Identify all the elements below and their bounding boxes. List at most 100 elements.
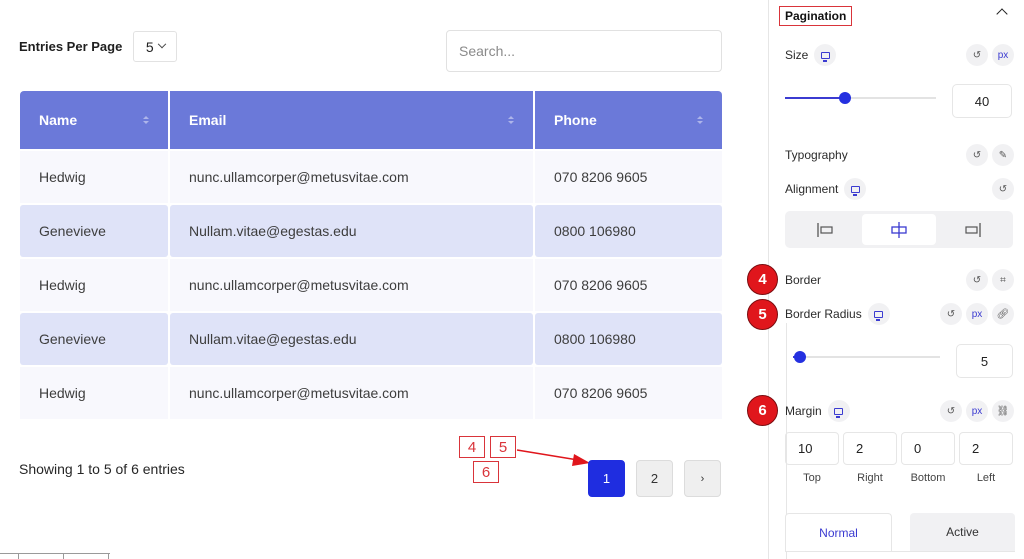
alignment-label: Alignment bbox=[785, 182, 839, 196]
typography-label: Typography bbox=[785, 148, 848, 162]
chevron-down-icon bbox=[157, 39, 166, 48]
align-left-button[interactable] bbox=[788, 214, 862, 245]
table-row: Hedwig nunc.ullamcorper@metusvitae.com 0… bbox=[20, 259, 722, 311]
page-button-1[interactable]: 1 bbox=[588, 460, 625, 497]
next-page-button[interactable]: › bbox=[684, 460, 721, 497]
entries-per-page-value: 5 bbox=[145, 38, 154, 55]
border-control: Border ↺ ⌗ bbox=[785, 269, 1014, 291]
step-badge-6: 6 bbox=[747, 395, 778, 426]
reset-icon[interactable]: ↺ bbox=[966, 269, 988, 291]
margin-top-label: Top bbox=[803, 472, 821, 484]
table-row: Genevieve Nullam.vitae@egestas.edu 0800 … bbox=[20, 313, 722, 365]
border-settings-icon[interactable]: ⌗ bbox=[992, 269, 1014, 291]
tab-active[interactable]: Active bbox=[910, 513, 1015, 551]
state-tabs: Normal Active bbox=[785, 513, 1015, 551]
responsive-desktop-icon[interactable] bbox=[867, 303, 890, 325]
cell-email: Nullam.vitae@egestas.edu bbox=[170, 313, 533, 365]
reset-icon[interactable]: ↺ bbox=[966, 144, 988, 166]
unit-selector[interactable]: px bbox=[966, 400, 988, 422]
align-right-icon bbox=[965, 222, 981, 237]
unlink-icon[interactable]: ⛓︎ bbox=[992, 400, 1014, 422]
alignment-toggle-group bbox=[785, 211, 1013, 248]
cell-phone: 0800 106980 bbox=[535, 313, 722, 365]
size-slider-fill bbox=[785, 97, 846, 99]
border-radius-slider[interactable] bbox=[793, 351, 940, 363]
size-slider[interactable] bbox=[785, 92, 936, 104]
entries-per-page-select[interactable]: 5 bbox=[133, 31, 178, 62]
align-left-icon bbox=[817, 222, 833, 237]
table-row: Hedwig nunc.ullamcorper@metusvitae.com 0… bbox=[20, 367, 722, 419]
alignment-control: Alignment ↺ bbox=[785, 178, 1014, 200]
border-radius-label: Border Radius bbox=[785, 307, 862, 321]
align-center-button[interactable] bbox=[862, 214, 936, 245]
typography-control: Typography ↺ ✎ bbox=[785, 144, 1014, 166]
cell-name: Genevieve bbox=[20, 205, 168, 257]
margin-right-input[interactable]: 2 bbox=[843, 432, 897, 465]
data-table: Name Email Phone Hedwig nunc.ullamcorper… bbox=[20, 91, 722, 419]
reset-icon[interactable]: ↺ bbox=[992, 178, 1014, 200]
size-label: Size bbox=[785, 48, 809, 62]
callout-label: 5 bbox=[490, 436, 516, 458]
cell-phone: 070 8206 9605 bbox=[535, 151, 722, 203]
margin-left-input[interactable]: 2 bbox=[959, 432, 1013, 465]
page-button-2[interactable]: 2 bbox=[636, 460, 673, 497]
sort-icon bbox=[697, 116, 703, 124]
size-value-input[interactable]: 40 bbox=[952, 84, 1012, 118]
margin-control: Margin ↺ px ⛓︎ bbox=[785, 400, 1014, 422]
cell-email: nunc.ullamcorper@metusvitae.com bbox=[170, 259, 533, 311]
column-header-email[interactable]: Email bbox=[170, 91, 533, 149]
link-icon[interactable]: 🔗︎ bbox=[992, 303, 1014, 325]
column-header-label: Name bbox=[39, 112, 78, 128]
page: Entries Per Page 5 Name Email Phone Hedw… bbox=[0, 0, 1024, 559]
align-center-icon bbox=[891, 221, 907, 238]
responsive-desktop-icon[interactable] bbox=[814, 44, 837, 66]
margin-right: 2 Right bbox=[843, 432, 897, 484]
cell-email: nunc.ullamcorper@metusvitae.com bbox=[170, 151, 533, 203]
sort-icon bbox=[143, 116, 149, 124]
callout-label: 6 bbox=[473, 461, 499, 483]
border-radius-control: Border Radius ↺ px 🔗︎ bbox=[785, 303, 1014, 325]
margin-left-label: Left bbox=[976, 472, 996, 484]
cell-name: Hedwig bbox=[20, 367, 168, 419]
border-radius-value-input[interactable]: 5 bbox=[956, 344, 1013, 378]
chevron-up-icon[interactable] bbox=[996, 8, 1008, 20]
cell-email: nunc.ullamcorper@metusvitae.com bbox=[170, 367, 533, 419]
margin-left: 2 Left bbox=[959, 432, 1013, 484]
cell-name: Hedwig bbox=[20, 259, 168, 311]
cell-phone: 070 8206 9605 bbox=[535, 259, 722, 311]
entries-per-page-label: Entries Per Page bbox=[19, 39, 123, 54]
column-header-name[interactable]: Name bbox=[20, 91, 168, 149]
reset-icon[interactable]: ↺ bbox=[940, 303, 962, 325]
unit-selector[interactable]: px bbox=[966, 303, 988, 325]
unit-selector[interactable]: px bbox=[992, 44, 1014, 66]
responsive-desktop-icon[interactable] bbox=[827, 400, 850, 422]
bottom-edge-tabs bbox=[0, 553, 110, 559]
cell-name: Hedwig bbox=[20, 151, 168, 203]
edit-pencil-icon[interactable]: ✎ bbox=[992, 144, 1014, 166]
section-title[interactable]: Pagination bbox=[779, 6, 853, 26]
margin-bottom-input[interactable]: 0 bbox=[901, 432, 955, 465]
margin-top-input[interactable]: 10 bbox=[785, 432, 839, 465]
column-header-label: Email bbox=[189, 112, 227, 128]
column-header-phone[interactable]: Phone bbox=[535, 91, 722, 149]
step-badge-5: 5 bbox=[747, 299, 778, 330]
column-header-label: Phone bbox=[554, 112, 597, 128]
reset-icon[interactable]: ↺ bbox=[966, 44, 988, 66]
margin-bottom: 0 Bottom bbox=[901, 432, 955, 484]
tab-normal[interactable]: Normal bbox=[785, 513, 892, 551]
callout-label: 4 bbox=[459, 436, 485, 458]
align-right-button[interactable] bbox=[936, 214, 1010, 245]
margin-top: 10 Top bbox=[785, 432, 839, 484]
responsive-desktop-icon[interactable] bbox=[844, 178, 867, 200]
cell-phone: 070 8206 9605 bbox=[535, 367, 722, 419]
search-input[interactable] bbox=[446, 30, 722, 72]
entries-per-page: Entries Per Page 5 bbox=[19, 31, 178, 62]
border-label: Border bbox=[785, 273, 822, 287]
reset-icon[interactable]: ↺ bbox=[940, 400, 962, 422]
margin-label: Margin bbox=[785, 404, 822, 418]
showing-entries-text: Showing 1 to 5 of 6 entries bbox=[19, 461, 185, 477]
table-header: Name Email Phone bbox=[20, 91, 722, 149]
margin-inputs: 10 Top 2 Right 0 Bottom 2 Left bbox=[785, 432, 1013, 484]
step-badge-4: 4 bbox=[747, 264, 778, 295]
margin-right-label: Right bbox=[857, 472, 883, 484]
